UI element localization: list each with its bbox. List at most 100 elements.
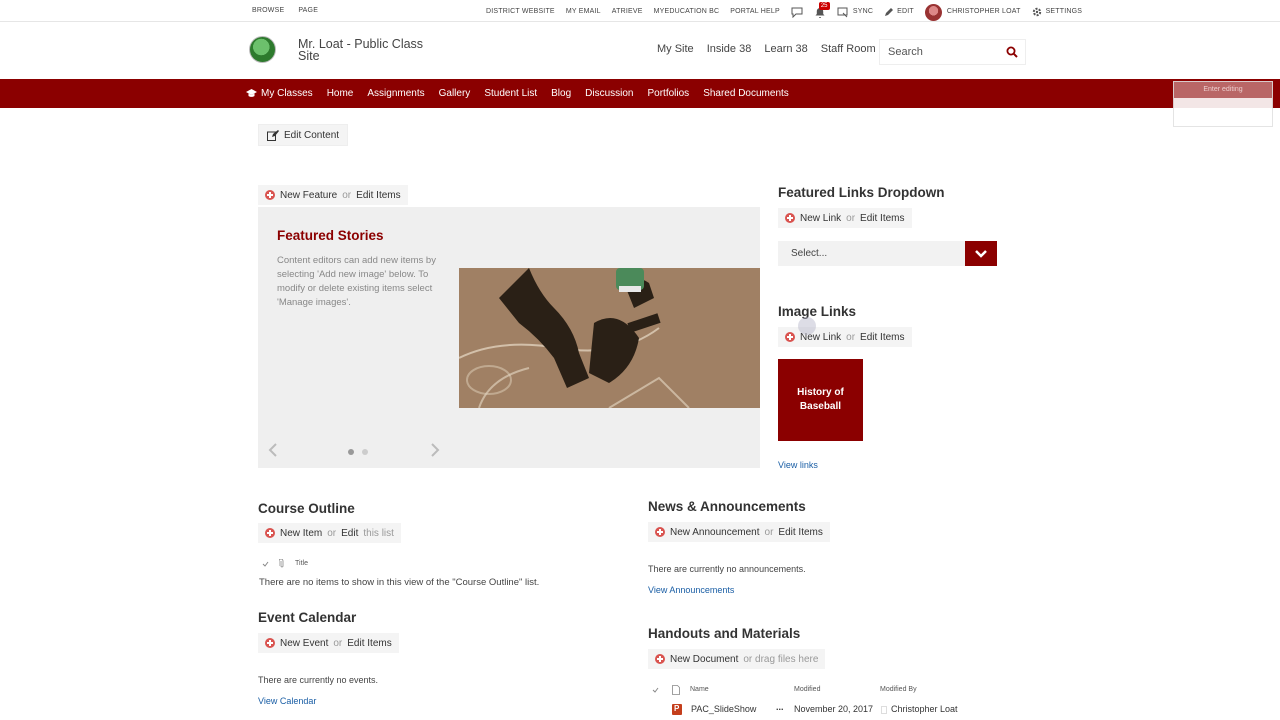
new-link-link[interactable]: New Link (800, 213, 841, 224)
fading-tooltip: Enter editing (1173, 81, 1273, 127)
news-empty: There are currently no announcements. (648, 564, 806, 574)
avatar (924, 3, 942, 21)
nav-portfolios[interactable]: Portfolios (648, 88, 690, 99)
notifications-button[interactable]: 25 (814, 2, 830, 18)
event-calendar-title: Event Calendar (258, 610, 357, 625)
gear-icon (1032, 7, 1041, 17)
attachment-icon (279, 559, 284, 568)
class-nav-bar: My Classes Home Assignments Gallery Stud… (0, 79, 1280, 127)
search-box (879, 39, 1026, 65)
document-name-link[interactable]: PAC_SlideShow (691, 704, 756, 714)
edit-content-button[interactable]: Edit Content (258, 124, 349, 146)
carousel-next-icon[interactable] (430, 443, 440, 457)
add-icon (785, 213, 795, 223)
myeducation-bc-link[interactable]: MYEDUCATION BC (654, 7, 720, 17)
sync-button[interactable]: SYNC (837, 7, 873, 18)
table-row[interactable]: PAC_SlideShow ... November 20, 2017 Chri… (652, 702, 972, 718)
nav-student-list[interactable]: Student List (484, 88, 537, 99)
presence-icon (881, 706, 887, 714)
view-announcements-link[interactable]: View Announcements (648, 585, 734, 595)
image-links-title: Image Links (778, 304, 857, 319)
add-icon (265, 528, 275, 538)
pencil-icon (885, 7, 894, 16)
featured-stories-description: Content editors can add new items by sel… (277, 255, 436, 308)
edit-items-link[interactable]: Edit Items (356, 190, 400, 201)
new-document-link[interactable]: New Document (670, 654, 738, 665)
nav-shared-documents[interactable]: Shared Documents (703, 88, 789, 99)
featured-photo[interactable] (459, 268, 760, 408)
new-item-link[interactable]: New Item (280, 528, 322, 539)
district-website-link[interactable]: DISTRICT WEBSITE (486, 7, 555, 17)
modified-column-header[interactable]: Modified (794, 686, 820, 693)
name-column-header[interactable]: Name (690, 686, 709, 693)
add-icon (655, 527, 665, 537)
item-menu-ellipsis[interactable]: ... (776, 702, 784, 712)
site-title[interactable]: Mr. Loat - Public Class Site (298, 38, 438, 63)
edit-items-link[interactable]: Edit Items (778, 527, 822, 538)
edit-icon (267, 129, 279, 141)
feature-actions: New Feature or Edit Items (258, 185, 408, 205)
sync-icon (837, 7, 848, 17)
document-modified-by[interactable]: Christopher Loat (891, 704, 958, 714)
new-event-link[interactable]: New Event (280, 638, 328, 649)
chat-icon[interactable] (791, 6, 803, 18)
page-tab[interactable]: PAGE (298, 7, 318, 14)
nav-assignments[interactable]: Assignments (367, 88, 424, 99)
view-calendar-link[interactable]: View Calendar (258, 696, 316, 706)
add-icon (655, 654, 665, 664)
nav-blog[interactable]: Blog (551, 88, 571, 99)
featured-stories-carousel: Featured Stories Content editors can add… (258, 207, 760, 468)
carousel-prev-icon[interactable] (268, 443, 278, 457)
graduation-cap-icon (246, 89, 257, 97)
user-menu[interactable]: CHRISTOPHER LOAT (924, 3, 1021, 21)
add-icon (785, 332, 795, 342)
featured-links-select[interactable]: Select... (778, 241, 997, 266)
my-email-link[interactable]: MY EMAIL (566, 7, 601, 17)
history-of-baseball-tile[interactable]: History of Baseball (778, 359, 863, 441)
edit-items-link[interactable]: Edit Items (860, 332, 904, 343)
course-outline-empty: There are no items to show in this view … (259, 577, 540, 588)
modified-by-column-header[interactable]: Modified By (880, 686, 917, 693)
featured-links-title: Featured Links Dropdown (778, 185, 945, 200)
edit-items-link[interactable]: Edit Items (347, 638, 391, 649)
view-links-link[interactable]: View links (778, 460, 818, 470)
search-icon[interactable] (1006, 46, 1018, 58)
edit-button[interactable]: EDIT (884, 7, 914, 17)
dropdown-button[interactable] (965, 241, 997, 266)
nav-inside-38[interactable]: Inside 38 (707, 43, 752, 55)
edit-list-link[interactable]: Edit (341, 528, 358, 539)
add-icon (265, 638, 275, 648)
main-nav: My Site Inside 38 Learn 38 Staff Room (657, 43, 876, 55)
settings-button[interactable]: SETTINGS (1032, 7, 1083, 17)
powerpoint-icon (672, 704, 682, 715)
checkmark-icon[interactable] (262, 561, 269, 567)
nav-my-site[interactable]: My Site (657, 43, 694, 55)
mouse-cursor-highlight (798, 317, 816, 335)
carousel-dot-active[interactable] (348, 449, 354, 455)
title-column-header[interactable]: Title (295, 560, 308, 567)
checkmark-icon[interactable] (652, 687, 659, 693)
portal-help-link[interactable]: PORTAL HELP (730, 7, 780, 17)
new-feature-link[interactable]: New Feature (280, 190, 337, 201)
nav-home[interactable]: Home (327, 88, 354, 99)
course-outline-title: Course Outline (258, 501, 355, 516)
nav-gallery[interactable]: Gallery (439, 88, 471, 99)
nav-staff-room[interactable]: Staff Room (821, 43, 876, 55)
search-input[interactable] (880, 40, 998, 64)
nav-discussion[interactable]: Discussion (585, 88, 633, 99)
featured-stories-title: Featured Stories (277, 228, 384, 243)
chevron-down-icon (975, 250, 987, 258)
handouts-actions: New Document or drag files here (648, 649, 826, 669)
new-announcement-link[interactable]: New Announcement (670, 527, 760, 538)
news-title: News & Announcements (648, 499, 806, 514)
nav-learn-38[interactable]: Learn 38 (764, 43, 807, 55)
course-outline-list-header: Title (262, 559, 308, 568)
my-classes-menu[interactable]: My Classes (246, 88, 313, 99)
atrieve-link[interactable]: ATRIEVE (612, 7, 643, 17)
school-logo[interactable] (249, 36, 276, 63)
notification-badge: 25 (818, 2, 830, 10)
carousel-dot[interactable] (362, 449, 368, 455)
edit-items-link[interactable]: Edit Items (860, 213, 904, 224)
event-calendar-empty: There are currently no events. (258, 675, 379, 685)
browse-tab[interactable]: BROWSE (252, 7, 284, 14)
